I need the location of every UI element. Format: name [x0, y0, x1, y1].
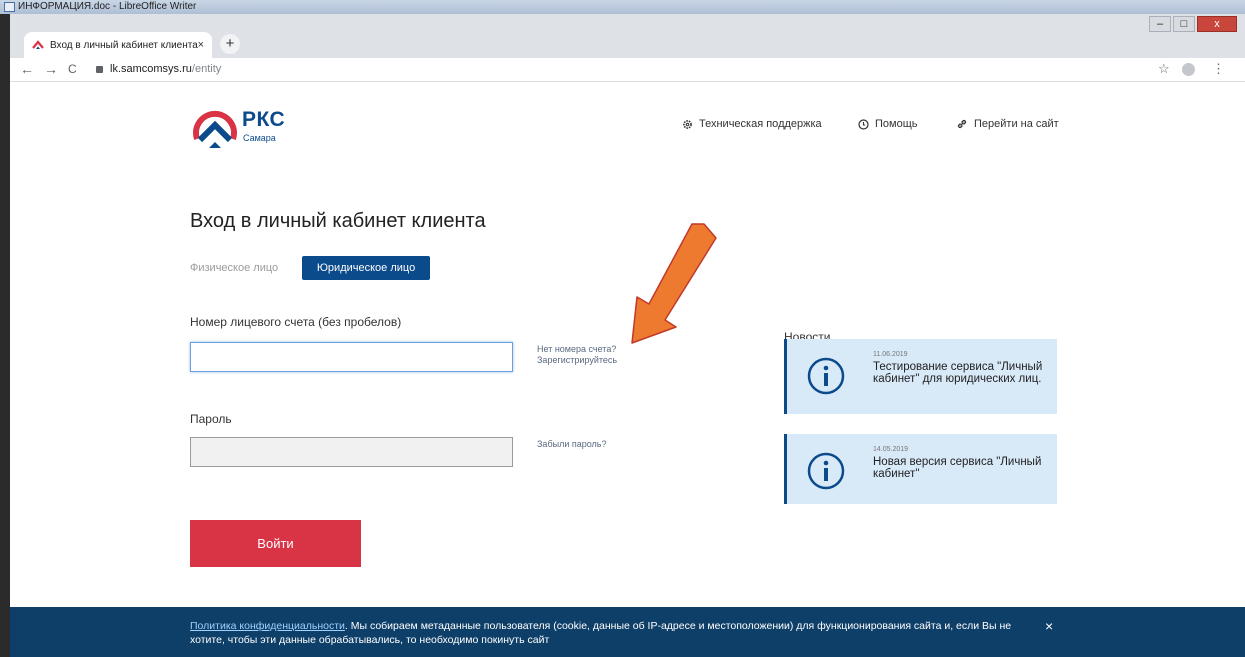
background-window-titlebar: ИНФОРМАЦИЯ.doc - LibreOffice Writer: [0, 0, 1245, 14]
privacy-policy-link[interactable]: Политика конфиденциальности: [190, 620, 345, 632]
nav-help-label: Помощь: [875, 118, 918, 130]
background-window-title: ИНФОРМАЦИЯ.doc - LibreOffice Writer: [18, 1, 197, 12]
news-text: Новая версия сервиса "Личный кабинет": [873, 456, 1042, 480]
account-number-input[interactable]: [190, 342, 513, 372]
minimize-icon[interactable]: –: [1149, 16, 1171, 32]
password-label: Пароль: [190, 412, 232, 426]
nav-support-label: Техническая поддержка: [699, 118, 822, 130]
info-icon: [807, 357, 845, 395]
news-item[interactable]: 14.05.2019 Новая версия сервиса "Личный …: [784, 434, 1057, 504]
bookmark-star-icon[interactable]: ☆: [1158, 61, 1170, 77]
browser-tab[interactable]: Вход в личный кабинет клиента ×: [24, 32, 212, 58]
no-account-hint: Нет номера счета?: [537, 344, 617, 354]
nav-site-link[interactable]: Перейти на сайт: [956, 118, 1059, 130]
new-tab-button[interactable]: +: [220, 34, 240, 54]
lock-icon: [96, 66, 103, 73]
profile-avatar-icon[interactable]: [1182, 63, 1195, 76]
cookie-message: Политика конфиденциальности. Мы собираем…: [190, 619, 1030, 647]
cookie-banner: Политика конфиденциальности. Мы собираем…: [10, 607, 1245, 657]
nav-support-link[interactable]: Техническая поддержка: [682, 118, 822, 130]
back-icon[interactable]: ←: [20, 61, 34, 77]
info-icon: [807, 452, 845, 490]
writer-app-icon: [4, 2, 15, 12]
tab-strip: Вход в личный кабинет клиента × + – □ x: [10, 14, 1245, 58]
site-logo[interactable]: РКС Самара: [193, 106, 313, 152]
address-bar: ← → C lk.samcomsys.ru/entity ☆ ⋮: [10, 58, 1245, 82]
logo-name: РКС: [242, 108, 286, 131]
chrome-menu-icon[interactable]: ⋮: [1212, 61, 1225, 77]
url-field[interactable]: lk.samcomsys.ru/entity: [110, 63, 221, 75]
help-clock-icon: [858, 118, 869, 130]
url-path: /entity: [191, 63, 222, 75]
rks-logo-icon: [193, 110, 237, 148]
tab-close-icon[interactable]: ×: [198, 39, 204, 51]
news-date: 14.05.2019: [873, 446, 909, 453]
login-button[interactable]: Войти: [190, 520, 361, 567]
news-text: Тестирование сервиса "Личный кабинет" дл…: [873, 361, 1043, 385]
forgot-password-link[interactable]: Забыли пароль?: [537, 439, 606, 450]
url-host: lk.samcomsys.ru: [110, 63, 192, 75]
password-input[interactable]: [190, 437, 513, 467]
gear-icon: [683, 119, 692, 129]
news-item[interactable]: 11.06.2019 Тестирование сервиса "Личный …: [784, 339, 1057, 414]
reload-icon[interactable]: C: [68, 62, 77, 76]
register-link[interactable]: Зарегистрируйтесь: [537, 355, 617, 366]
window-close-icon[interactable]: x: [1197, 16, 1237, 32]
maximize-icon[interactable]: □: [1173, 16, 1195, 32]
nav-help-link[interactable]: Помощь: [858, 118, 918, 130]
site-favicon-icon: [32, 40, 44, 49]
cookie-close-icon[interactable]: ×: [1045, 618, 1053, 634]
tab-individual[interactable]: Физическое лицо: [190, 262, 278, 274]
window-controls: – □ x: [1147, 16, 1237, 32]
page-title: Вход в личный кабинет клиента: [190, 210, 486, 232]
forward-icon[interactable]: →: [44, 61, 58, 77]
link-icon: [957, 119, 967, 129]
tab-legal-entity[interactable]: Юридическое лицо: [302, 256, 430, 280]
nav-site-label: Перейти на сайт: [974, 118, 1059, 130]
page: РКС Самара Техническая поддержка Помощь …: [10, 82, 1245, 657]
tab-title: Вход в личный кабинет клиента: [50, 39, 198, 51]
news-date: 11.06.2019: [873, 351, 908, 358]
logo-subtitle: Самара: [243, 133, 276, 143]
browser-window: Вход в личный кабинет клиента × + – □ x …: [10, 14, 1245, 657]
account-number-label: Номер лицевого счета (без пробелов): [190, 315, 402, 329]
